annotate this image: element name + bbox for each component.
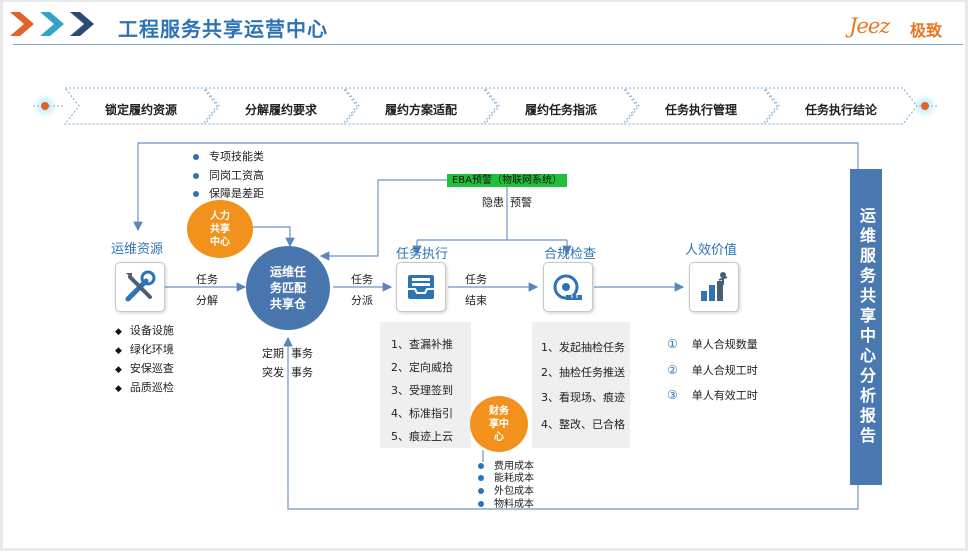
finance-bullet-4: 物料成本 [478, 495, 534, 510]
slide: { "header": { "title": "工程服务共享运营中心", "lo… [3, 2, 965, 548]
compliance-item-1: 1、发起抽检任务 [541, 341, 625, 354]
label-hazard: 隐患 [482, 196, 504, 209]
compliance-item-2: 2、抽检任务推送 [541, 366, 625, 379]
analysis-report-box: 运维服务共享中心分析报告 [850, 169, 882, 485]
task-exec-title: 任务执行 [396, 247, 449, 262]
effectiveness-iconbox [689, 262, 739, 312]
effectiveness-item-2: ② 单人合规工时 [667, 363, 758, 377]
tape-measure-icon [553, 274, 582, 300]
hr-bullet-1: 专项技能类 [193, 148, 264, 164]
effectiveness-title: 人效价值 [685, 243, 738, 258]
compliance-item-4: 4、整改、已合格 [541, 418, 625, 431]
compliance-iconbox [543, 262, 593, 312]
compliance-title: 合规检查 [544, 247, 597, 262]
task-exec-item-5: 5、痕迹上云 [391, 430, 453, 443]
diamond-bullet-icon: ◆ [115, 346, 122, 356]
marker-3: ③ [667, 388, 678, 402]
label-task-3: 任务 [465, 273, 487, 286]
bullet-dot-icon [193, 154, 199, 160]
resources-title: 运维资源 [111, 242, 164, 257]
diamond-bullet-icon: ◆ [115, 384, 122, 394]
resource-item-2: ◆ 绿化环境 [115, 343, 174, 356]
effectiveness-item-1: ① 单人合规数量 [667, 337, 758, 351]
resources-iconbox [115, 262, 165, 312]
label-dispatch: 分派 [351, 294, 373, 307]
resource-item-3: ◆ 安保巡查 [115, 362, 174, 375]
bullet-dot-icon [193, 173, 199, 179]
task-matching-pool: 运维任 务匹配 共享仓 [246, 246, 330, 330]
task-exec-item-3: 3、受理签到 [391, 384, 453, 397]
bullet-dot-icon [478, 488, 484, 494]
bullet-dot-icon [478, 501, 484, 507]
task-exec-item-1: 1、查漏补推 [391, 338, 453, 351]
task-exec-item-2: 2、定向威拾 [391, 361, 453, 374]
bullet-dot-icon [193, 191, 199, 197]
task-exec-item-4: 4、标准指引 [391, 407, 453, 420]
marker-1: ① [667, 337, 678, 351]
bullet-dot-icon [478, 475, 484, 481]
inbox-tray-icon [408, 275, 434, 299]
label-finish: 结束 [465, 294, 487, 307]
compliance-item-3: 3、看现场、痕迹 [541, 391, 625, 404]
finance-shared-center: 财务 享中 心 [470, 396, 528, 452]
resource-item-4: ◆ 品质巡检 [115, 381, 174, 394]
label-task-2: 任务 [351, 273, 373, 286]
diamond-bullet-icon: ◆ [115, 365, 122, 375]
label-decompose: 分解 [196, 294, 218, 307]
hr-bullet-2: 同岗工资高 [193, 167, 264, 183]
hr-shared-center: 人力 共享 中心 [187, 200, 253, 258]
regular-affairs: 定期 事务 [262, 347, 313, 360]
label-task-1: 任务 [196, 273, 218, 286]
effectiveness-item-3: ③ 单人有效工时 [667, 388, 758, 402]
diamond-bullet-icon: ◆ [115, 327, 122, 337]
hr-bullet-3: 保障是差距 [193, 185, 264, 201]
marker-2: ② [667, 363, 678, 377]
tools-icon [125, 270, 156, 302]
resource-item-1: ◆ 设备设施 [115, 324, 174, 337]
label-warning: 预警 [510, 196, 532, 209]
growth-chart-icon [701, 272, 728, 301]
eba-alert-box: EBA预警（物联网系统） [447, 174, 567, 187]
task-exec-iconbox [396, 262, 446, 312]
emergency-affairs: 突发 事务 [262, 366, 313, 379]
